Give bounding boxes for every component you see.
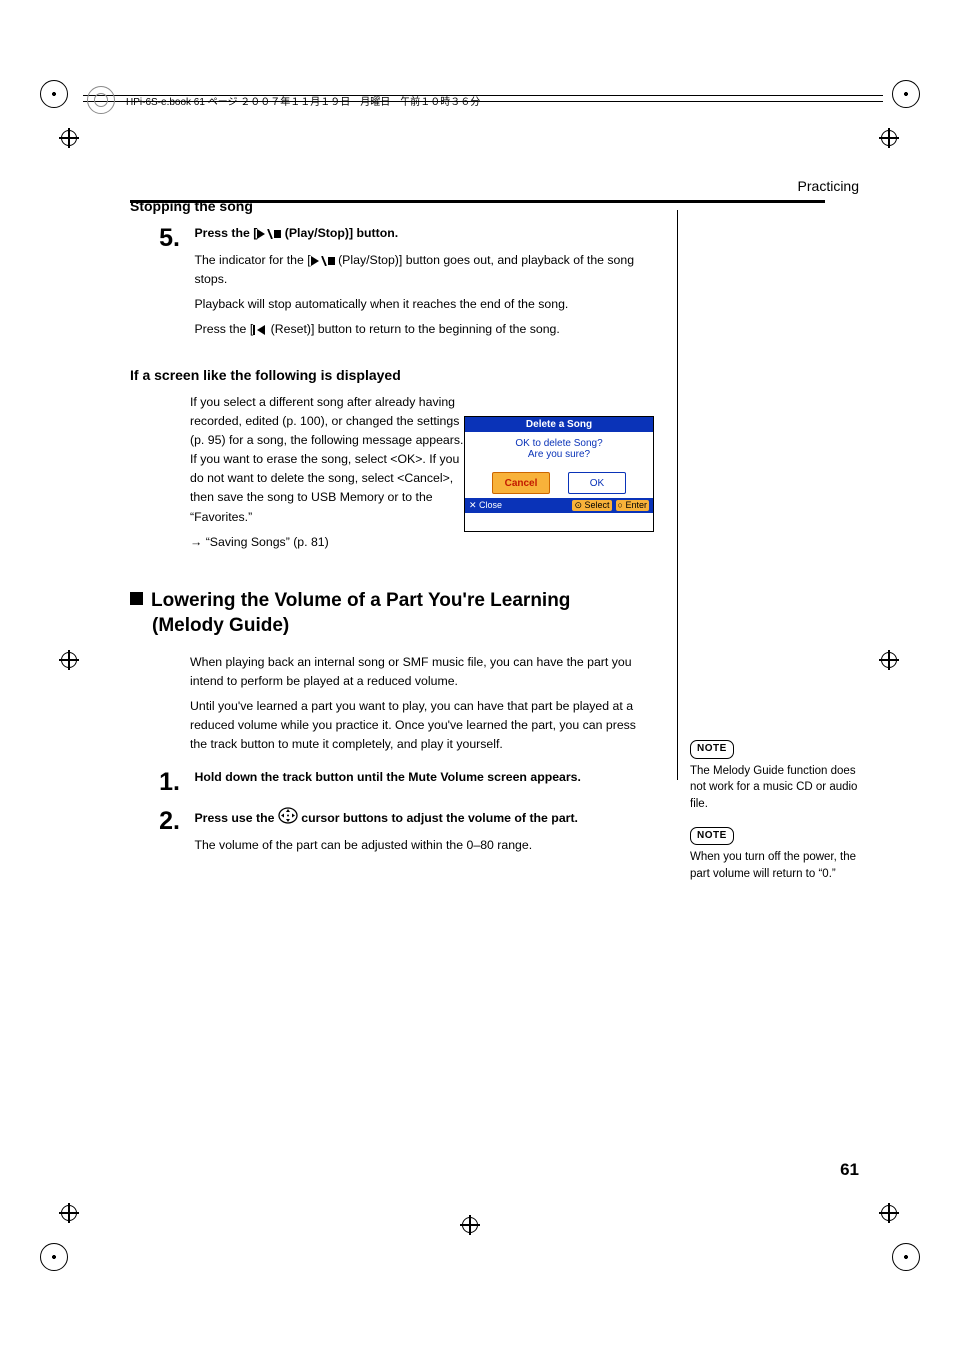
step1-instruction: Hold down the track button until the Mut…: [194, 768, 644, 787]
book-meta-line: HPi-6S-e.book 61 ページ ２００７年１１月１９日 月曜日 午前１…: [126, 93, 480, 108]
square-bullet-icon: [130, 592, 143, 605]
page-number: 61: [840, 1160, 859, 1180]
step-number-1: 1.: [130, 768, 180, 797]
note-badge: NOTE: [690, 827, 734, 846]
dialog-body: OK to delete Song? Are you sure?: [465, 432, 653, 466]
registration-mark: [879, 1203, 899, 1223]
dialog-close-hint: ✕ Close: [469, 500, 502, 511]
step5-p2: Playback will stop automatically when it…: [194, 295, 644, 314]
note2-text: When you turn off the power, the part vo…: [690, 849, 860, 882]
sidebar-notes: NOTE The Melody Guide function does not …: [690, 740, 860, 882]
ifscreen-body: If you select a different song after alr…: [190, 393, 470, 526]
registration-mark: [59, 128, 79, 148]
step5-p1: The indicator for the [ (Play/Stop)] but…: [194, 251, 644, 289]
dialog-title: Delete a Song: [465, 417, 653, 432]
print-mark-top-left: [40, 80, 68, 108]
text: (Reset)] button to return to the beginni…: [267, 322, 560, 336]
melody-p1: When playing back an internal song or SM…: [190, 653, 650, 691]
ifscreen-ref: → “Saving Songs” (p. 81): [190, 533, 470, 552]
dialog-cancel-button: Cancel: [492, 472, 550, 494]
registration-mark-center: [460, 1215, 480, 1235]
text: cursor buttons to adjust the volume of t…: [298, 811, 578, 825]
delete-song-dialog: Delete a Song OK to delete Song? Are you…: [464, 416, 654, 532]
ifscreen-title: If a screen like the following is displa…: [130, 367, 650, 383]
dialog-line1: OK to delete Song?: [515, 438, 602, 449]
registration-mark: [879, 128, 899, 148]
reset-icon: [253, 325, 267, 335]
note1-text: The Melody Guide function does not work …: [690, 763, 860, 813]
print-mark-bottom-left: [40, 1243, 68, 1271]
text: Press the [: [194, 226, 257, 240]
step5-instruction: Press the [ (Play/Stop)] button.: [194, 224, 644, 243]
melody-title-2: (Melody Guide): [152, 615, 289, 636]
step2-instruction: Press use the cursor buttons to adjust t…: [194, 807, 644, 828]
text: The indicator for the [: [194, 253, 310, 267]
melody-title-1: Lowering the Volume of a Part You're Lea…: [151, 590, 570, 611]
registration-mark: [879, 650, 899, 670]
step-number-5: 5.: [130, 224, 180, 253]
stopping-title: Stopping the song: [130, 198, 650, 214]
cursor-dpad-icon: [278, 807, 298, 824]
print-mark-top-right: [892, 80, 920, 108]
dialog-line2: Are you sure?: [528, 449, 590, 460]
text: (Play/Stop)] button.: [281, 226, 398, 240]
step5-p3: Press the [ (Reset)] button to return to…: [194, 320, 644, 339]
play-stop-icon: [257, 229, 281, 239]
step2-body: The volume of the part can be adjusted w…: [194, 836, 644, 855]
dialog-buttons: Cancel OK: [465, 466, 653, 498]
registration-mark: [59, 1203, 79, 1223]
dialog-enter-hint: ○ Enter: [616, 500, 649, 511]
dialog-select-hint: ⊙ Select: [572, 500, 611, 511]
dialog-footer: ✕ Close ⊙ Select ○ Enter: [465, 498, 653, 513]
print-mark-bottom-right: [892, 1243, 920, 1271]
note-badge: NOTE: [690, 740, 734, 759]
text: Press use the: [194, 811, 277, 825]
text: Press the [: [194, 322, 253, 336]
header-ornament-ring-inner: [94, 93, 108, 107]
melody-heading: Lowering the Volume of a Part You're Lea…: [130, 588, 650, 639]
registration-mark: [59, 650, 79, 670]
dialog-ok-button: OK: [568, 472, 626, 494]
step-number-2: 2.: [130, 807, 180, 836]
melody-p2: Until you've learned a part you want to …: [190, 697, 650, 754]
play-stop-icon: [311, 256, 335, 266]
